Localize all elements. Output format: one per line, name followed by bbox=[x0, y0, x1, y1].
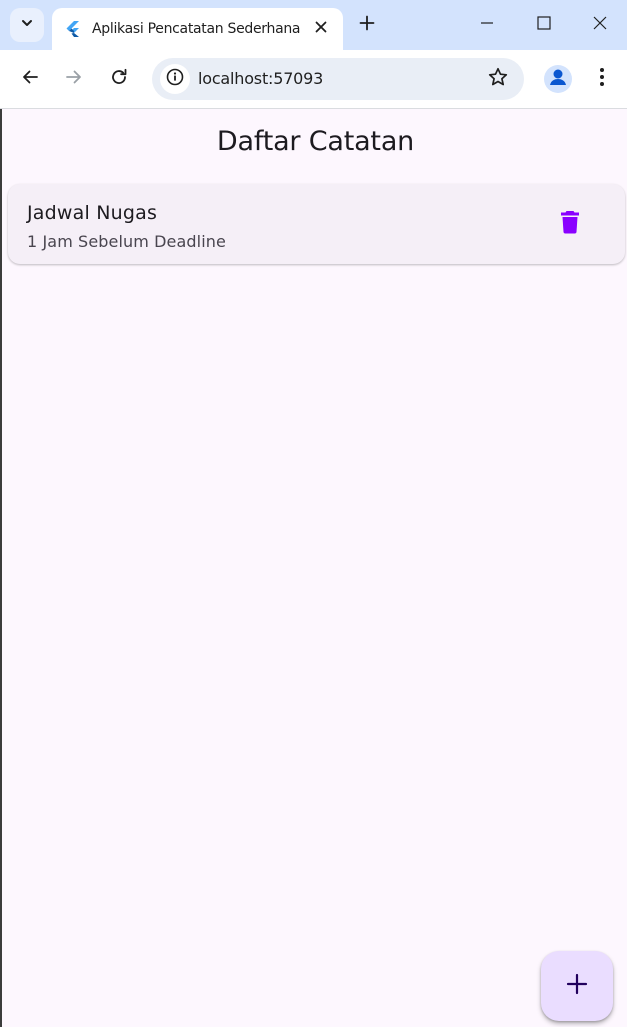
note-subtitle: 1 Jam Sebelum Deadline bbox=[27, 232, 226, 251]
add-note-button[interactable] bbox=[541, 951, 613, 1021]
back-button[interactable] bbox=[15, 64, 45, 94]
browser-tab-active[interactable]: Aplikasi Pencatatan Sederhana bbox=[52, 8, 343, 50]
close-icon bbox=[593, 16, 607, 35]
close-window-button[interactable] bbox=[585, 10, 615, 40]
delete-note-button[interactable] bbox=[552, 206, 588, 242]
arrow-right-icon bbox=[65, 68, 83, 91]
address-bar[interactable]: localhost:57093 bbox=[152, 58, 524, 100]
browser-tabstrip: Aplikasi Pencatatan Sederhana bbox=[0, 0, 627, 50]
arrow-left-icon bbox=[21, 68, 39, 91]
maximize-button[interactable] bbox=[529, 10, 559, 40]
close-tab-button[interactable] bbox=[309, 17, 333, 41]
info-icon bbox=[166, 68, 184, 91]
reload-icon bbox=[110, 68, 128, 91]
plus-icon bbox=[566, 973, 588, 1000]
bookmark-button[interactable] bbox=[486, 67, 510, 91]
note-list-item[interactable]: Jadwal Nugas 1 Jam Sebelum Deadline bbox=[8, 184, 625, 264]
chevron-down-icon bbox=[20, 16, 34, 35]
maximize-icon bbox=[537, 15, 551, 35]
forward-button[interactable] bbox=[59, 64, 89, 94]
more-vertical-icon bbox=[599, 67, 605, 92]
plus-icon bbox=[359, 15, 375, 36]
profile-button[interactable] bbox=[544, 65, 572, 93]
star-icon bbox=[488, 67, 508, 92]
site-info-button[interactable] bbox=[160, 64, 190, 94]
person-icon bbox=[544, 65, 572, 93]
note-title: Jadwal Nugas bbox=[27, 202, 158, 224]
new-tab-button[interactable] bbox=[354, 12, 380, 38]
flutter-logo-icon bbox=[64, 21, 80, 37]
page-title: Daftar Catatan bbox=[216, 126, 415, 157]
tab-search-button[interactable] bbox=[10, 8, 44, 42]
url-text[interactable]: localhost:57093 bbox=[198, 69, 323, 88]
app-viewport: Daftar Catatan Jadwal Nugas 1 Jam Sebelu… bbox=[0, 109, 627, 1027]
browser-menu-button[interactable] bbox=[590, 64, 614, 94]
minimize-icon bbox=[480, 16, 494, 35]
reload-button[interactable] bbox=[104, 64, 134, 94]
tab-title: Aplikasi Pencatatan Sederhana bbox=[92, 21, 301, 37]
close-icon bbox=[315, 20, 327, 38]
browser-toolbar: localhost:57093 bbox=[0, 50, 627, 108]
minimize-button[interactable] bbox=[472, 10, 502, 40]
delete-icon bbox=[559, 210, 581, 239]
